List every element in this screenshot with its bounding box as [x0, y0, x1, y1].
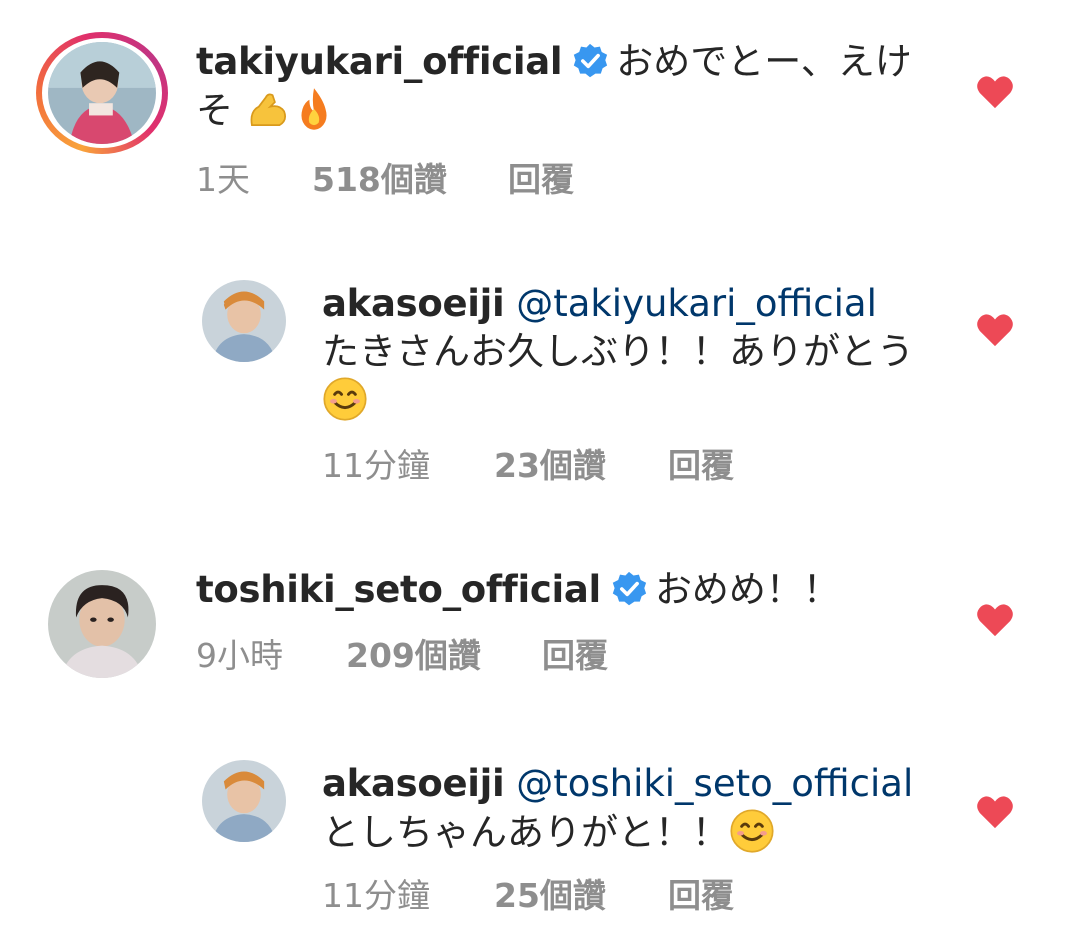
comment-text: としちゃんありがと！！ [322, 811, 729, 854]
comment-username[interactable]: akasoeiji [322, 282, 505, 325]
heart-icon[interactable] [976, 794, 1014, 830]
comment-timestamp: 9小時 [196, 636, 283, 675]
fire-icon [291, 86, 337, 132]
comment-timestamp: 1天 [196, 160, 250, 199]
like-count[interactable]: 25個讚 [494, 874, 606, 918]
heart-icon[interactable] [976, 312, 1014, 348]
comment-meta: 9小時 209個讚 回覆 [196, 634, 696, 678]
avatar[interactable] [48, 42, 156, 144]
like-count[interactable]: 209個讚 [346, 634, 481, 678]
heart-icon[interactable] [976, 74, 1014, 110]
avatar[interactable] [48, 570, 156, 678]
like-count[interactable]: 23個讚 [494, 444, 606, 488]
heart-icon[interactable] [976, 602, 1014, 638]
comment-username[interactable]: akasoeiji [322, 762, 505, 805]
avatar[interactable] [202, 760, 286, 842]
smiling-face-icon [729, 808, 775, 854]
comment-meta: 11分鐘 25個讚 回覆 [322, 874, 822, 918]
comment-meta: 1天 518個讚 回覆 [196, 158, 696, 202]
flexed-biceps-icon [245, 86, 291, 132]
reply-button[interactable]: 回覆 [668, 874, 734, 918]
comment-timestamp: 11分鐘 [322, 446, 430, 485]
comment-username[interactable]: takiyukari_official [196, 40, 563, 83]
like-count[interactable]: 518個讚 [312, 158, 447, 202]
avatar[interactable] [202, 280, 286, 362]
reply-button[interactable]: 回覆 [542, 634, 608, 678]
comment-text: おめめ！！ [654, 568, 840, 611]
comment-username[interactable]: toshiki_seto_official [196, 568, 601, 611]
reply-button[interactable]: 回覆 [668, 444, 734, 488]
mention-link[interactable]: @takiyukari_official [516, 282, 877, 325]
verified-badge-icon [572, 43, 608, 79]
verified-badge-icon [611, 571, 647, 607]
smiling-face-icon [322, 376, 368, 422]
reply-button[interactable]: 回覆 [508, 158, 574, 202]
comment-timestamp: 11分鐘 [322, 876, 430, 915]
story-ring[interactable] [36, 32, 168, 154]
comment-text: たきさんお久しぶり！！ありがとう [322, 330, 914, 373]
comment-meta: 11分鐘 23個讚 回覆 [322, 444, 822, 488]
mention-link[interactable]: @toshiki_seto_official [516, 762, 913, 805]
